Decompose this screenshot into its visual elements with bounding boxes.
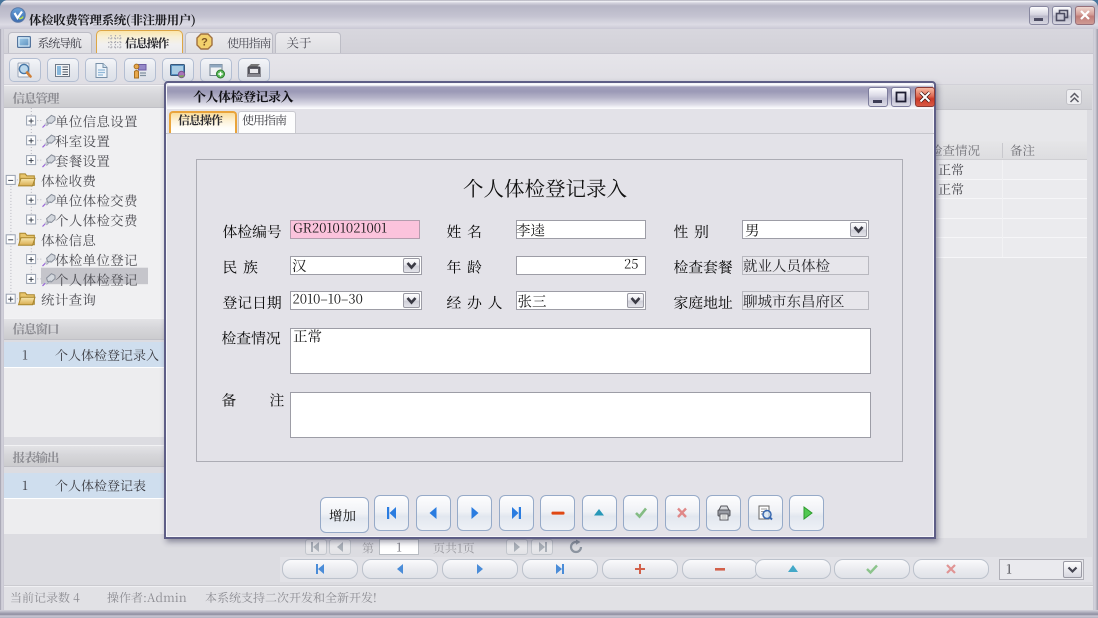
svg-text:?: ?	[201, 37, 208, 49]
